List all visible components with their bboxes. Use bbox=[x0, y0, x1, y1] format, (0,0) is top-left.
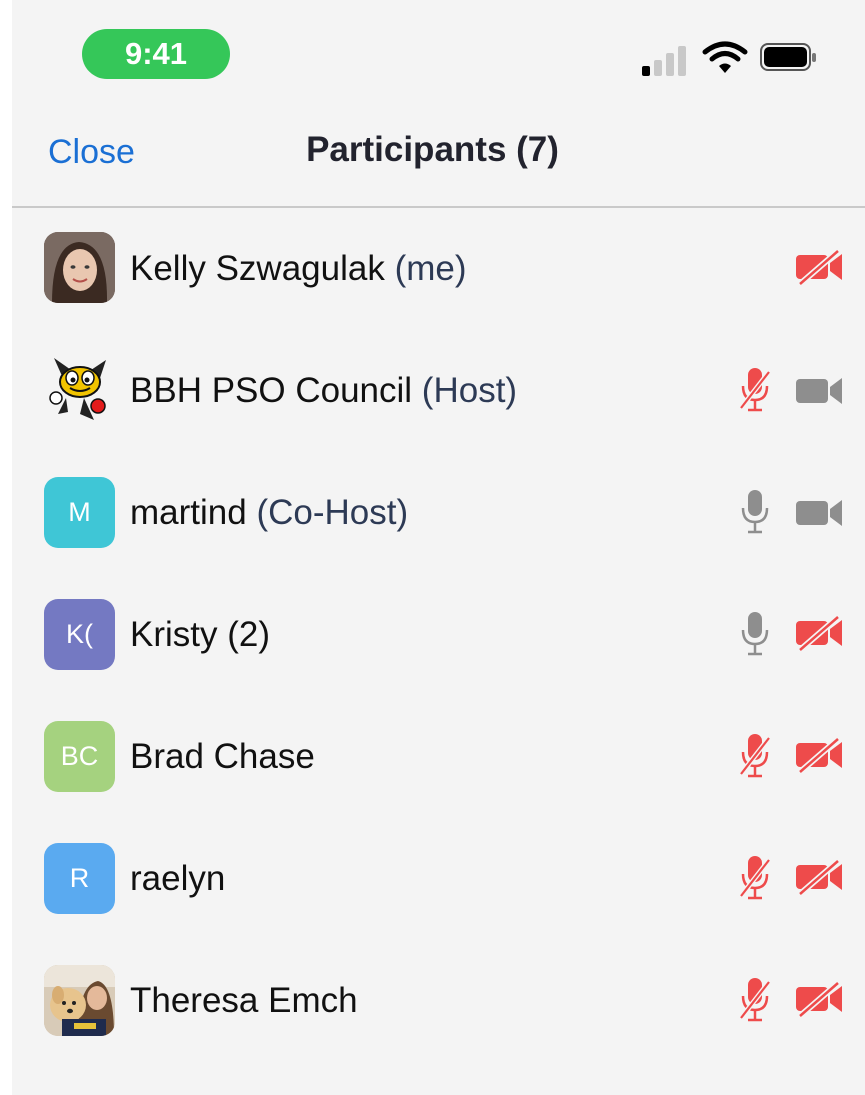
mic-muted-icon[interactable] bbox=[738, 976, 772, 1024]
participant-avatar bbox=[44, 354, 115, 425]
video-off-icon[interactable] bbox=[794, 614, 846, 652]
mic-on-icon[interactable] bbox=[738, 610, 772, 658]
participant-row[interactable]: Kelly Szwagulak (me) bbox=[12, 208, 865, 330]
avatar-initials: BC bbox=[60, 741, 99, 771]
mic-muted-icon[interactable] bbox=[738, 732, 772, 780]
participant-name: Kelly Szwagulak (me) bbox=[130, 249, 467, 289]
participant-name: martind (Co-Host) bbox=[130, 493, 408, 533]
participant-avatar: R bbox=[44, 843, 115, 914]
role-text: (me) bbox=[394, 249, 467, 288]
mic-muted-icon[interactable] bbox=[738, 366, 772, 414]
mic-on-icon[interactable] bbox=[738, 488, 772, 536]
participant-name: Theresa Emch bbox=[130, 981, 358, 1021]
video-on-icon[interactable] bbox=[794, 494, 846, 532]
hornet-mascot-icon bbox=[49, 358, 106, 420]
participant-name: BBH PSO Council (Host) bbox=[130, 371, 517, 411]
name-text: martind bbox=[130, 493, 247, 532]
name-text: Kristy (2) bbox=[130, 615, 270, 654]
name-text: Theresa Emch bbox=[130, 981, 358, 1020]
role-text: (Co-Host) bbox=[256, 493, 409, 532]
participant-avatar: BC bbox=[44, 721, 115, 792]
battery-icon bbox=[760, 43, 816, 71]
participant-name: Brad Chase bbox=[130, 737, 315, 777]
participants-screen: 9:41 Close Participants (7) Kelly Szwagu… bbox=[12, 0, 865, 1095]
participant-row[interactable]: BC Brad Chase bbox=[12, 696, 865, 818]
video-off-icon[interactable] bbox=[794, 248, 846, 286]
name-text: Kelly Szwagulak bbox=[130, 249, 385, 288]
name-text: raelyn bbox=[130, 859, 226, 898]
status-time: 9:41 bbox=[82, 29, 230, 79]
video-on-icon[interactable] bbox=[794, 372, 846, 410]
profile-photo-with-dog-icon bbox=[44, 965, 115, 1036]
role-text: (Host) bbox=[421, 371, 518, 410]
name-text: BBH PSO Council bbox=[130, 371, 413, 410]
name-text: Brad Chase bbox=[130, 737, 315, 776]
participant-row[interactable]: K( Kristy (2) bbox=[12, 574, 865, 696]
participant-avatar: M bbox=[44, 477, 115, 548]
page-title: Participants (7) bbox=[306, 130, 559, 169]
video-off-icon[interactable] bbox=[794, 858, 846, 896]
mic-muted-icon[interactable] bbox=[738, 854, 772, 902]
participant-row[interactable]: BBH PSO Council (Host) bbox=[12, 330, 865, 452]
participant-row[interactable]: R raelyn bbox=[12, 818, 865, 940]
participant-list: Kelly Szwagulak (me) BBH PSO Council (Ho… bbox=[12, 208, 865, 1062]
wifi-icon bbox=[702, 41, 748, 73]
profile-photo-icon bbox=[44, 232, 115, 303]
participant-avatar: K( bbox=[44, 599, 115, 670]
participant-row[interactable]: Theresa Emch bbox=[12, 940, 865, 1062]
participant-row[interactable]: M martind (Co-Host) bbox=[12, 452, 865, 574]
participant-name: Kristy (2) bbox=[130, 615, 270, 655]
participant-avatar bbox=[44, 232, 115, 303]
participant-avatar bbox=[44, 965, 115, 1036]
video-off-icon[interactable] bbox=[794, 980, 846, 1018]
avatar-initials: K( bbox=[66, 619, 93, 649]
avatar-initials: R bbox=[69, 863, 90, 893]
avatar-initials: M bbox=[68, 497, 91, 527]
video-off-icon[interactable] bbox=[794, 736, 846, 774]
participant-name: raelyn bbox=[130, 859, 225, 899]
cellular-signal-icon bbox=[642, 40, 692, 76]
